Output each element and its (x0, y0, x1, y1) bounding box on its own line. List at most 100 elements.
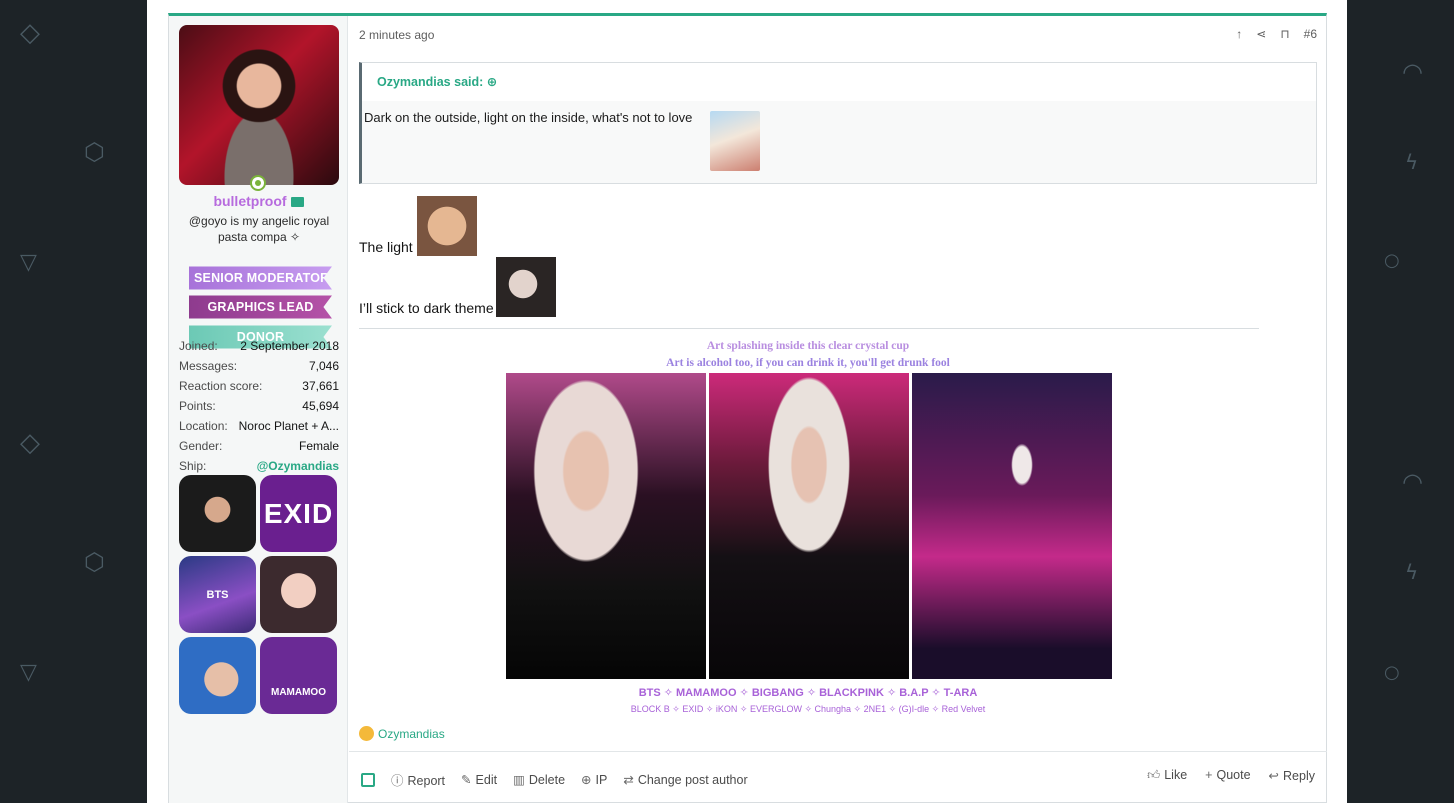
quote-author[interactable]: Ozymandias said: (377, 75, 483, 89)
warning-icon: ⓘ (391, 774, 404, 788)
edit-icon: ✎ (461, 773, 472, 787)
stat-value[interactable]: 7,046 (309, 359, 339, 373)
page-container: bulletproof @goyo is my angelic royal pa… (147, 0, 1347, 803)
stat-label: Gender: (179, 439, 223, 453)
forum-post: bulletproof @goyo is my angelic royal pa… (168, 13, 1327, 803)
quote-button[interactable]: + Quote (1205, 768, 1250, 783)
reaction-user-link[interactable]: Ozymandias (378, 727, 445, 741)
stat-label: Joined: (179, 339, 218, 353)
avatar[interactable] (179, 25, 339, 185)
post-main-cell: 2 minutes ago ↑ ⋖ ⊓ #6 Ozymandias said: … (349, 16, 1327, 803)
fandom-icon-mamamoo: MAMAMOO (260, 637, 337, 714)
fandom-icon-photo-2 (260, 556, 337, 633)
footer-actions-right: 👍︎ Like + Quote ↩ Reply (1147, 768, 1315, 783)
bolt-shape-icon: ϟ (1405, 150, 1419, 174)
user-stats: Joined: 2 September 2018 Messages: 7,046 R… (179, 336, 339, 476)
report-label: Report (407, 774, 446, 788)
edit-label: Edit (475, 773, 498, 787)
reply-label: Reply (1283, 769, 1315, 783)
stat-location: Location: Noroc Planet + A... (179, 416, 339, 436)
stat-value: 37,661 (302, 379, 339, 393)
like-button[interactable]: 👍︎ Like (1147, 768, 1187, 783)
stat-reaction-score: Reaction score: 37,661 (179, 376, 339, 396)
arc-shape-icon: ◠ (1402, 58, 1423, 86)
circle-shape-icon-2: ○ (1384, 662, 1400, 683)
delete-label: Delete (528, 773, 566, 787)
stat-label: Points: (179, 399, 216, 413)
signature-lyric-2: Art is alcohol too, if you can drink it,… (666, 357, 950, 369)
post-user-cell: bulletproof @goyo is my angelic royal pa… (169, 16, 348, 803)
arrow-up-circle-icon[interactable]: ⊕ (487, 75, 497, 89)
signature-groups-main: BTS ✧ MAMAMOO ✧ BIGBANG ✧ BLACKPINK ✧ B.… (638, 687, 978, 699)
trash-icon: ▥ (513, 773, 525, 787)
reactions-bar[interactable]: Ozymandias (359, 726, 445, 741)
fandom-icons: EXID BTS MAMAMOO (179, 475, 337, 714)
triangle-shape-icon: ▽ (20, 250, 37, 275)
post-timestamp[interactable]: 2 minutes ago (359, 28, 434, 42)
arrow-up-icon[interactable]: ↑ (1236, 27, 1242, 41)
bookmark-icon[interactable]: ⊓ (1280, 27, 1289, 41)
swap-icon: ⇄ (623, 773, 634, 787)
fandom-icon-exid: EXID (260, 475, 337, 552)
reaction-gif-2 (496, 257, 556, 317)
diamond-shape-icon-2: ◇ (20, 428, 40, 458)
reaction-gif-1 (417, 196, 477, 256)
ip-button[interactable]: ⊕ IP (581, 772, 607, 787)
circle-shape-icon: ○ (1384, 250, 1400, 271)
report-button[interactable]: ⓘ Report (391, 770, 445, 789)
fandom-icon-photo (179, 475, 256, 552)
stat-ship: Ship: @Ozymandias (179, 456, 339, 476)
stat-label: Messages: (179, 359, 238, 373)
signature-lyric-1: Art splashing inside this clear crystal … (706, 340, 910, 352)
laugh-reaction-icon (359, 726, 374, 741)
delete-button[interactable]: ▥ Delete (513, 772, 565, 787)
stat-value: 2 September 2018 (240, 339, 339, 353)
online-status-icon (250, 175, 266, 191)
post-text-line-2: I’ll stick to dark theme (359, 300, 494, 316)
quote-gif-image (710, 111, 760, 171)
stat-gender: Gender: Female (179, 436, 339, 456)
banner-graphics-lead: GRAPHICS LEAD (189, 295, 332, 319)
post-text-line-1: The light (359, 239, 413, 255)
quote-label: Quote (1216, 768, 1251, 782)
reply-icon: ↩ (1268, 769, 1280, 783)
edit-button[interactable]: ✎ Edit (461, 772, 497, 787)
stat-points: Points: 45,694 (179, 396, 339, 416)
fandom-icon-bts: BTS (179, 556, 256, 633)
change-author-button[interactable]: ⇄ Change post author (623, 772, 747, 787)
stat-label: Ship: (179, 459, 207, 473)
signature-gif-2 (709, 373, 909, 679)
change-author-label: Change post author (637, 773, 748, 787)
banner-senior-moderator: SENIOR MODERATOR (189, 266, 332, 290)
username[interactable]: bulletproof (169, 193, 348, 209)
envelope-icon[interactable] (290, 197, 304, 208)
ship-link[interactable]: @Ozymandias (257, 459, 339, 473)
signature-gif-1 (506, 373, 706, 679)
plus-icon: + (1205, 768, 1213, 782)
post-number[interactable]: #6 (1304, 27, 1317, 41)
stat-value[interactable]: Noroc Planet + A... (239, 419, 339, 433)
reply-button[interactable]: ↩ Reply (1269, 768, 1315, 783)
stat-value[interactable]: 45,694 (302, 399, 339, 413)
username-text[interactable]: bulletproof (213, 193, 286, 209)
thumbs-up-icon: 👍︎ (1147, 768, 1161, 782)
user-title: @goyo is my angelic royal pasta compa ✧ (188, 214, 330, 244)
like-label: Like (1164, 768, 1188, 782)
mamamoo-logo-text: MAMAMOO (271, 687, 326, 698)
globe-icon: ⊕ (581, 773, 592, 787)
post-footer: ⓘ Report ✎ Edit ▥ Delete ⊕ IP ⇄ Change post a… (349, 751, 1327, 803)
bolt-shape-icon-2: ϟ (1405, 560, 1419, 584)
arc-shape-icon-2: ◠ (1402, 468, 1423, 496)
quote-header[interactable]: Ozymandias said: ⊕ (362, 63, 1316, 101)
fandom-icon-photo-3 (179, 637, 256, 714)
stat-label: Location: (179, 419, 228, 433)
ip-label: IP (595, 773, 608, 787)
stat-joined: Joined: 2 September 2018 (179, 336, 339, 356)
hexagon-shape-icon-2: ⬡ (84, 548, 105, 576)
select-post-checkbox[interactable] (361, 772, 375, 787)
signature-divider (359, 328, 1259, 329)
hexagon-shape-icon: ⬡ (84, 138, 105, 166)
stat-messages: Messages: 7,046 (179, 356, 339, 376)
share-icon[interactable]: ⋖ (1256, 27, 1266, 41)
footer-actions-left: ⓘ Report ✎ Edit ▥ Delete ⊕ IP ⇄ Change post a… (361, 770, 748, 789)
